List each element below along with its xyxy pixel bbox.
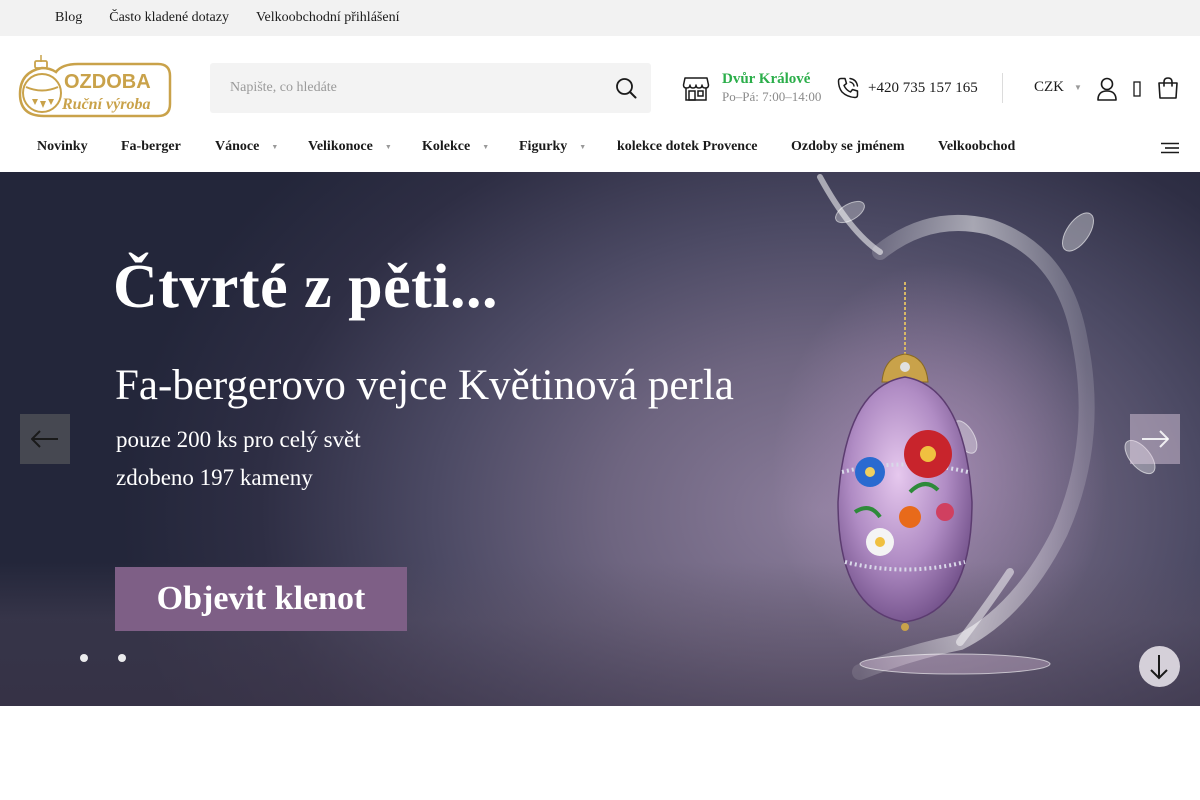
hero-detail-line-1: pouze 200 ks pro celý svět	[116, 427, 361, 452]
cart-icon[interactable]	[1156, 76, 1180, 100]
search-input[interactable]	[210, 63, 600, 113]
nav-item-label: Fa-berger	[121, 139, 181, 154]
currency-selector[interactable]: CZK ▼	[1034, 79, 1082, 96]
top-utility-bar: Blog Často kladené dotazy Velkoobchodní …	[0, 0, 1200, 36]
chevron-down-icon: ▼	[1074, 83, 1082, 92]
search-box	[210, 63, 651, 113]
hero-headline: Čtvrté z pěti...	[113, 253, 498, 321]
store-name: Dvůr Králové	[722, 71, 811, 87]
slider-dot-2[interactable]	[118, 654, 126, 662]
store-icon	[682, 77, 710, 101]
nav-item-label: Kolekce	[422, 139, 471, 154]
topbar-link-wholesale-login[interactable]: Velkoobchodní přihlášení	[256, 10, 399, 26]
nav-item-velikonoce[interactable]: Velikonoce ▼	[308, 139, 392, 155]
logo-tagline: Ruční výroba	[61, 96, 150, 113]
chevron-down-icon: ▼	[271, 143, 279, 151]
arrow-right-icon	[1142, 430, 1169, 448]
currency-value: CZK	[1034, 79, 1064, 95]
arrow-down-icon	[1150, 655, 1168, 680]
nav-item-label: Vánoce	[215, 139, 260, 154]
nav-item-label: Velkoobchod	[938, 139, 1016, 154]
logo-wordmark: OZDOBA	[64, 71, 151, 93]
nav-item-velkoobchod[interactable]: Velkoobchod	[938, 139, 1015, 155]
hero-detail-line-2: zdobeno 197 kameny	[116, 465, 313, 490]
search-icon[interactable]	[615, 77, 637, 99]
slider-prev-button[interactable]	[20, 414, 70, 464]
nav-item-novinky[interactable]: Novinky	[37, 139, 88, 155]
nav-item-figurky[interactable]: Figurky ▼	[519, 139, 586, 155]
logo-ornament-icon: OZDOBA Ruční výroba	[18, 55, 172, 118]
slider-dot-1[interactable]	[80, 654, 88, 662]
discover-jewel-button[interactable]: Objevit klenot	[115, 567, 407, 631]
nav-item-ozdoby-se-jmenem[interactable]: Ozdoby se jménem	[791, 139, 905, 155]
menu-icon[interactable]	[1161, 142, 1179, 154]
site-logo[interactable]: OZDOBA Ruční výroba	[18, 54, 172, 120]
chevron-down-icon: ▼	[482, 143, 490, 151]
main-navigation: Novinky Fa-berger Vánoce ▼ Velikonoce ▼ Ko…	[0, 122, 1200, 172]
chevron-down-icon: ▼	[579, 143, 587, 151]
heart-icon[interactable]	[1131, 79, 1143, 99]
hero-subheadline: Fa-bergerovo vejce Květinová perla	[115, 362, 734, 409]
user-icon[interactable]	[1096, 77, 1118, 101]
scroll-down-button[interactable]	[1139, 646, 1180, 687]
phone-icon	[837, 77, 859, 99]
site-header: OZDOBA Ruční výroba Dvůr Králové Po–Pá: …	[0, 36, 1200, 122]
phone-contact[interactable]: +420 735 157 165	[836, 76, 978, 100]
hero-slider: Čtvrté z pěti... Fa-bergerovo vejce Květ…	[0, 172, 1200, 706]
chevron-down-icon: ▼	[384, 143, 392, 151]
arrow-left-icon	[31, 430, 58, 448]
phone-number: +420 735 157 165	[868, 79, 978, 96]
nav-item-vanoce[interactable]: Vánoce ▼	[215, 139, 278, 155]
nav-item-label: Ozdoby se jménem	[791, 139, 905, 154]
nav-item-kolekce-provence[interactable]: kolekce dotek Provence	[617, 139, 758, 155]
store-info[interactable]: Dvůr Králové Po–Pá: 7:00–14:00	[682, 70, 832, 110]
nav-item-label: kolekce dotek Provence	[617, 139, 758, 154]
slider-next-button[interactable]	[1130, 414, 1180, 464]
nav-item-kolekce[interactable]: Kolekce ▼	[422, 139, 489, 155]
topbar-link-blog[interactable]: Blog	[55, 10, 82, 26]
nav-item-label: Figurky	[519, 139, 568, 154]
nav-item-label: Novinky	[37, 139, 88, 154]
topbar-link-faq[interactable]: Často kladené dotazy	[109, 10, 229, 26]
store-hours: Po–Pá: 7:00–14:00	[722, 89, 822, 104]
nav-item-label: Velikonoce	[308, 139, 373, 154]
header-divider	[1002, 73, 1003, 103]
nav-item-fa-berger[interactable]: Fa-berger	[121, 139, 181, 155]
